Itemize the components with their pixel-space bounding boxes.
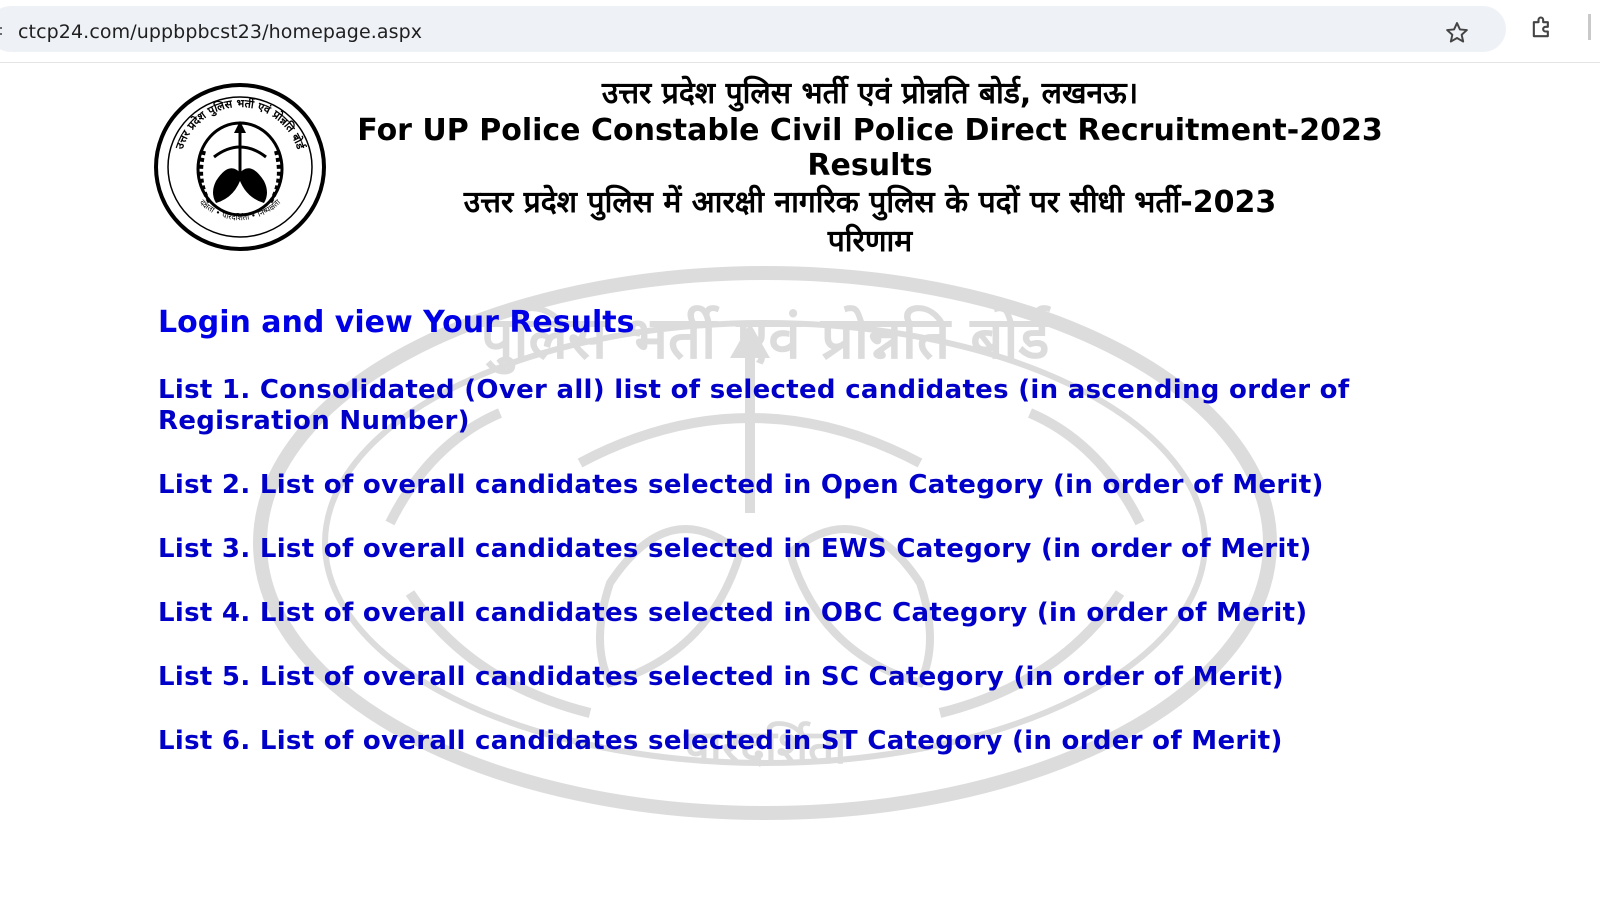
url-text[interactable]: ctcp24.com/uppbpbcst23/homepage.aspx [18,21,422,43]
page-subtitle-hindi: परिणाम [827,224,913,259]
list-2-open-category-link[interactable]: List 2. List of overall candidates selec… [158,470,1358,501]
list-1-consolidated-link[interactable]: List 1. Consolidated (Over all) list of … [158,375,1358,437]
list-4-obc-category-link[interactable]: List 4. List of overall candidates selec… [158,598,1358,629]
page-title-hindi: उत्तर प्रदेश पुलिस में आरक्षी नागरिक पुल… [463,185,1277,220]
address-bar[interactable]: ctcp24.com/uppbpbcst23/homepage.aspx [0,6,1506,52]
page-header: उत्तर प्रदेश पुलिस भर्ती एवं प्रोन्नति ब… [340,75,1400,261]
extensions-icon[interactable] [1528,14,1556,42]
page-title-english: For UP Police Constable Civil Police Dir… [357,113,1383,148]
site-info-icon[interactable] [0,24,2,38]
login-view-results-link[interactable]: Login and view Your Results [158,305,1358,341]
page-content: पुलिस भर्ती एवं प्रोन्नति बोर्ड पारदर्शि… [0,63,1600,900]
toolbar-divider [1588,14,1591,40]
board-seal-logo: उत्तर प्रदेश पुलिस भर्ती एवं प्रोन्नति ब… [154,83,326,251]
list-3-ews-category-link[interactable]: List 3. List of overall candidates selec… [158,534,1358,565]
page-subtitle-results: Results [807,148,933,183]
bookmark-star-icon[interactable] [1444,20,1470,46]
browser-toolbar: ctcp24.com/uppbpbcst23/homepage.aspx [0,0,1600,63]
board-name-hindi: उत्तर प्रदेश पुलिस भर्ती एवं प्रोन्नति ब… [601,76,1139,111]
list-6-st-category-link[interactable]: List 6. List of overall candidates selec… [158,726,1358,757]
list-5-sc-category-link[interactable]: List 5. List of overall candidates selec… [158,662,1358,693]
results-link-list: Login and view Your Results List 1. Cons… [158,305,1358,790]
